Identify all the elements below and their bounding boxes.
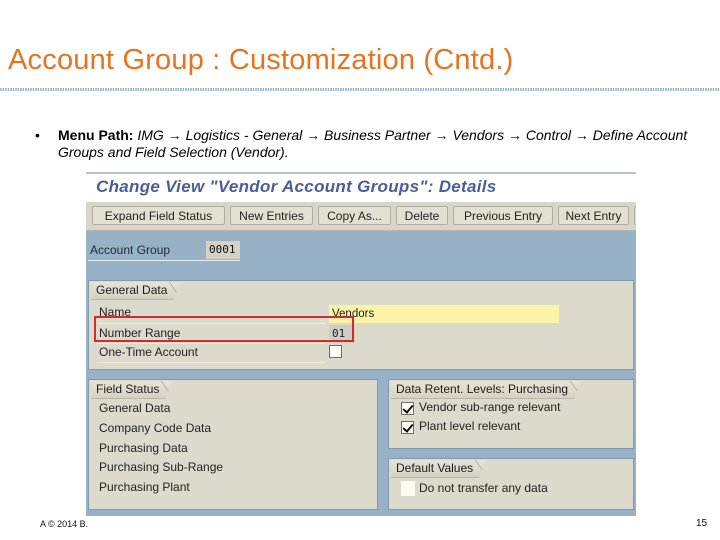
- field-status-item-purchasing-plant[interactable]: Purchasing Plant: [99, 480, 190, 494]
- sap-header: Change View "Vendor Account Groups": Det…: [86, 172, 636, 204]
- do-not-transfer-checkbox[interactable]: [401, 481, 415, 496]
- title-divider: [0, 88, 720, 91]
- account-group-field[interactable]: 0001: [206, 241, 240, 259]
- sap-screenshot: Change View "Vendor Account Groups": Det…: [86, 172, 636, 516]
- data-retention-panel: Data Retent. Levels: Purchasing Vendor s…: [388, 379, 634, 449]
- vendor-sub-range-checkbox[interactable]: [401, 402, 414, 415]
- page-number: 15: [696, 518, 708, 529]
- row-divider: [97, 343, 325, 344]
- sap-screen-title: Change View "Vendor Account Groups": Det…: [96, 177, 497, 196]
- copy-as-button[interactable]: Copy As...: [318, 206, 391, 225]
- field-status-item-company-code-data[interactable]: Company Code Data: [99, 421, 211, 435]
- general-data-tab: General Data: [91, 282, 181, 300]
- delete-button[interactable]: Delete: [396, 206, 448, 225]
- previous-entry-button[interactable]: Previous Entry: [453, 206, 553, 225]
- one-time-account-checkbox[interactable]: [329, 345, 342, 358]
- footer-copyright: A © 2014 B.: [40, 519, 89, 529]
- plant-level-label: Plant level relevant: [419, 419, 521, 433]
- sap-toolbar: Expand Field Status New Entries Copy As.…: [86, 202, 636, 231]
- more-toolbar-button[interactable]: [634, 206, 636, 225]
- number-range-highlight: [94, 316, 354, 342]
- default-values-panel: Default Values Do not transfer any data: [388, 458, 634, 510]
- vendor-sub-range-label: Vendor sub-range relevant: [419, 400, 561, 414]
- account-group-label: Account Group: [90, 243, 171, 257]
- slide-title: Account Group : Customization (Cntd.): [8, 44, 514, 76]
- do-not-transfer-label: Do not transfer any data: [419, 481, 548, 495]
- field-status-tab: Field Status: [91, 381, 173, 399]
- expand-field-status-button[interactable]: Expand Field Status: [92, 206, 225, 225]
- plant-level-checkbox[interactable]: [401, 421, 414, 434]
- menu-path-value: IMG → Logistics - General → Business Par…: [58, 127, 688, 160]
- field-status-item-general-data[interactable]: General Data: [99, 401, 170, 415]
- one-time-account-label: One-Time Account: [99, 345, 198, 359]
- next-entry-button[interactable]: Next Entry: [558, 206, 629, 225]
- row-divider: [97, 362, 325, 363]
- bullet-dot: •: [35, 127, 40, 143]
- default-values-tab: Default Values: [391, 460, 487, 478]
- new-entries-button[interactable]: New Entries: [230, 206, 313, 225]
- name-field[interactable]: Vendors: [329, 305, 559, 323]
- menu-path-label: Menu Path:: [58, 127, 134, 143]
- menu-path-text: Menu Path: IMG → Logistics - General → B…: [58, 127, 698, 161]
- field-status-panel: Field Status General Data Company Code D…: [88, 379, 378, 510]
- field-status-item-purchasing-data[interactable]: Purchasing Data: [99, 441, 188, 455]
- account-group-underline: [88, 260, 240, 261]
- data-retention-tab: Data Retent. Levels: Purchasing: [391, 381, 582, 399]
- field-status-item-purchasing-sub-range[interactable]: Purchasing Sub-Range: [99, 460, 223, 474]
